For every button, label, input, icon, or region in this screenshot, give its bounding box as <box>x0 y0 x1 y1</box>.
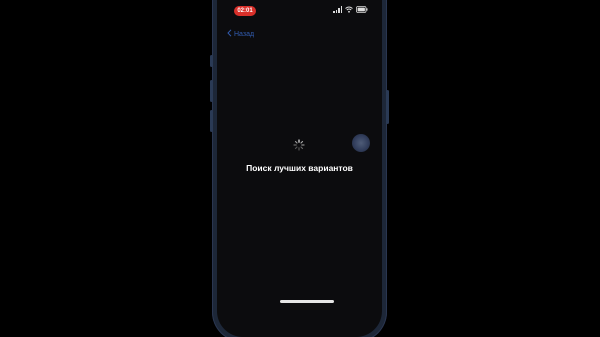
phone-screen: 02:01 Назад Поиск лучших вариантов <box>217 0 382 337</box>
video-frame: 02:01 Назад Поиск лучших вариантов <box>0 0 600 337</box>
back-button[interactable]: Назад <box>227 29 254 39</box>
loading-text: Поиск лучших вариантов <box>246 163 353 173</box>
side-button <box>210 110 213 132</box>
back-button-label: Назад <box>234 30 255 38</box>
status-time: 02:01 <box>234 6 256 16</box>
status-icons <box>333 6 368 13</box>
side-button <box>210 55 213 67</box>
touch-indicator <box>352 134 370 152</box>
cellular-signal-icon <box>333 6 342 13</box>
side-button <box>386 90 389 124</box>
battery-icon <box>356 6 368 13</box>
activity-spinner-icon <box>293 138 305 151</box>
chevron-left-icon <box>227 29 232 39</box>
phone-frame: 02:01 Назад Поиск лучших вариантов <box>210 0 389 337</box>
home-indicator[interactable] <box>280 300 334 303</box>
side-button <box>210 80 213 102</box>
wifi-icon <box>345 6 353 13</box>
status-bar: 02:01 <box>217 4 382 18</box>
